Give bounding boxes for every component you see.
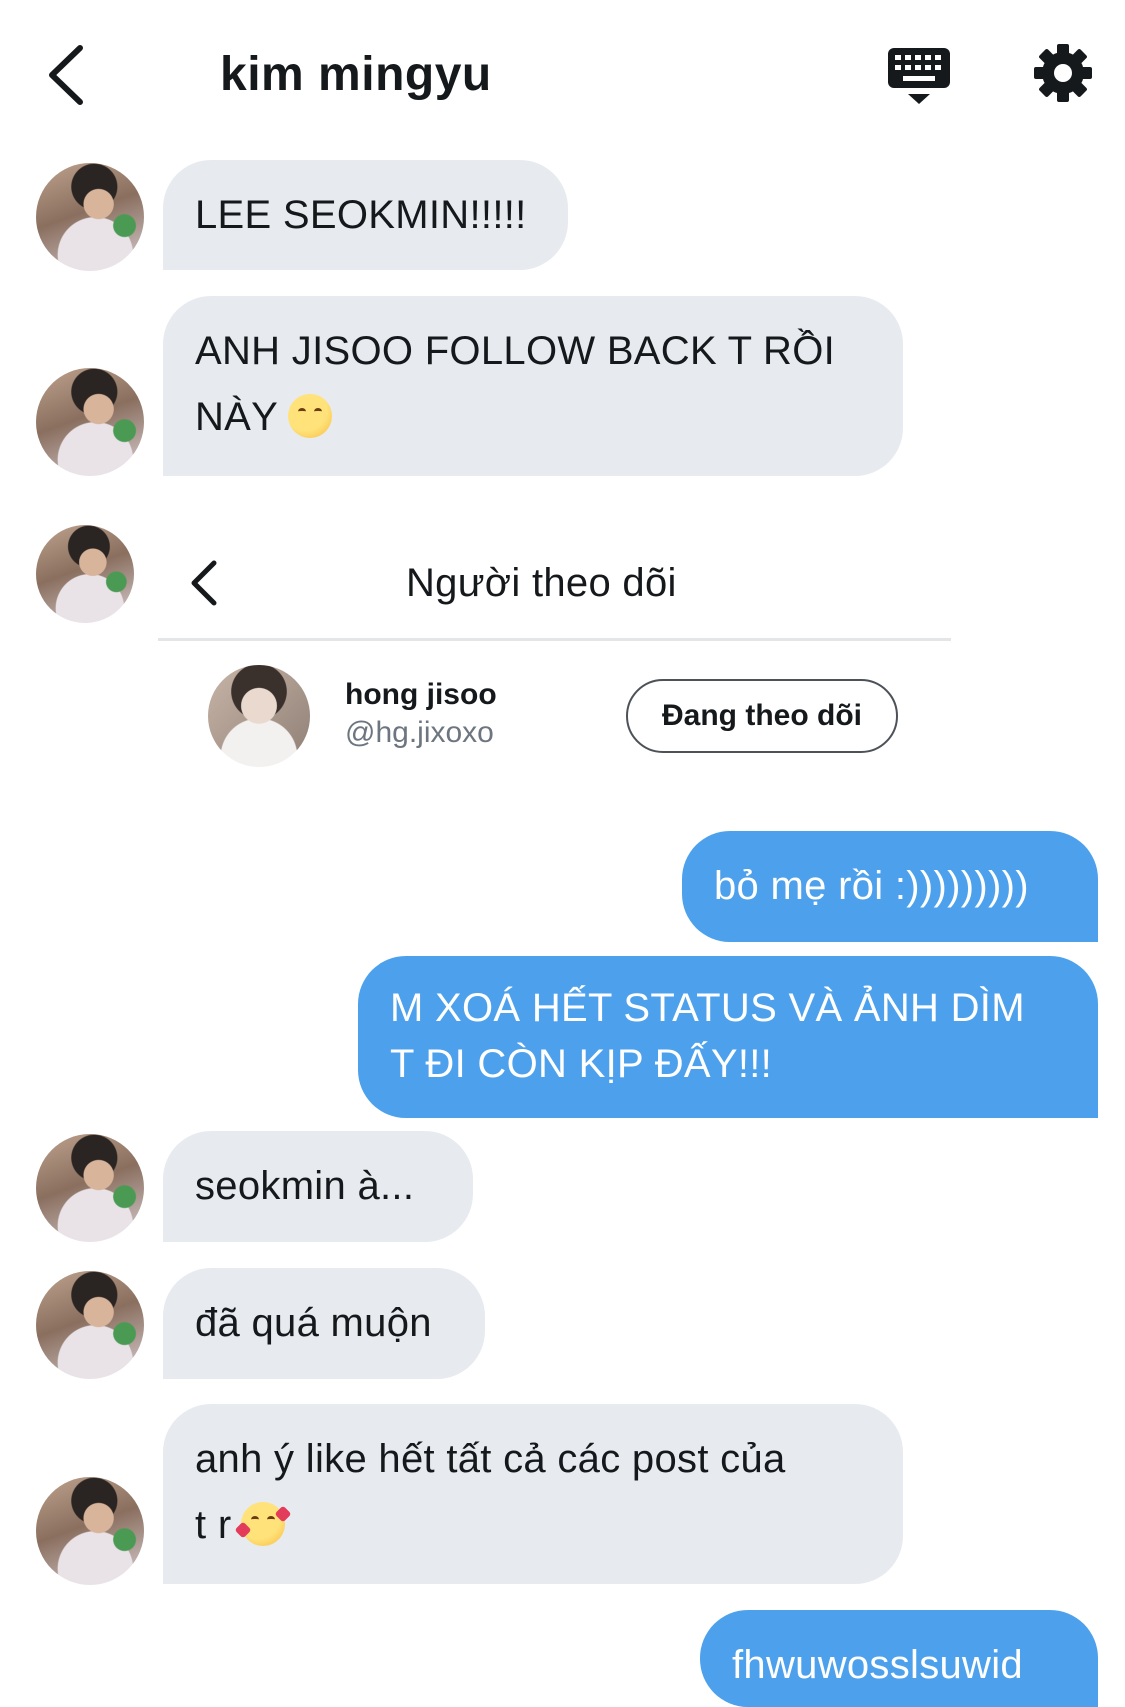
- avatar[interactable]: [36, 1271, 144, 1379]
- message-text: LEE SEOKMIN!!!!!: [195, 193, 527, 237]
- message-text: seokmin à...: [195, 1164, 415, 1208]
- message-text-line: NÀY: [195, 395, 279, 439]
- smiling-face-with-hearts-emoji-icon: [234, 1502, 292, 1546]
- message-text-line: T ĐI CÒN KỊP ĐẤY!!!: [390, 1042, 773, 1086]
- avatar[interactable]: [36, 1477, 144, 1585]
- message-bubble-sent: M XOÁ HẾT STATUS VÀ ẢNH DÌM T ĐI CÒN KỊP…: [358, 956, 1098, 1118]
- avatar[interactable]: [36, 368, 144, 476]
- chevron-left-icon: [49, 45, 83, 105]
- follower-avatar[interactable]: [208, 665, 310, 767]
- avatar[interactable]: [36, 1134, 144, 1242]
- message-bubble-received: LEE SEOKMIN!!!!!: [163, 160, 568, 270]
- keyboard-button[interactable]: [886, 44, 952, 110]
- message-bubble-received: anh ý like hết tất cả các post của t r: [163, 1404, 903, 1584]
- message-text-line: M XOÁ HẾT STATUS VÀ ẢNH DÌM: [390, 986, 1025, 1030]
- message-bubble-received: đã quá muộn: [163, 1268, 485, 1379]
- chevron-left-icon: [191, 560, 217, 606]
- gear-icon: [1034, 44, 1092, 102]
- message-bubble-sent: fhwuwosslsuwid: [700, 1610, 1098, 1707]
- message-text: đã quá muộn: [195, 1301, 432, 1345]
- keyboard-icon: [888, 48, 950, 104]
- message-text-line: ANH JISOO FOLLOW BACK T RỒI: [195, 329, 836, 373]
- message-text: bỏ mẹ rồi :))))))))): [714, 864, 1029, 908]
- message-bubble-received: seokmin à...: [163, 1131, 473, 1242]
- divider: [158, 638, 951, 641]
- message-bubble-received: ANH JISOO FOLLOW BACK T RỒI NÀY: [163, 296, 903, 476]
- partying-face-emoji-icon: [288, 394, 333, 438]
- message-text-line: anh ý like hết tất cả các post của: [195, 1437, 786, 1481]
- card-back-button[interactable]: [186, 553, 226, 613]
- followers-title: Người theo dõi: [406, 561, 677, 605]
- message-text-line: t r: [195, 1503, 232, 1547]
- back-button[interactable]: [40, 40, 100, 110]
- settings-button[interactable]: [1032, 42, 1094, 104]
- conversation-title: kim mingyu: [220, 48, 492, 101]
- avatar[interactable]: [36, 525, 134, 623]
- message-text: fhwuwosslsuwid: [732, 1643, 1023, 1687]
- follower-name: hong jisoo: [345, 678, 497, 711]
- follower-handle: @hg.jixoxo: [345, 716, 494, 749]
- avatar[interactable]: [36, 163, 144, 271]
- following-button[interactable]: Đang theo dõi: [626, 679, 898, 753]
- message-bubble-sent: bỏ mẹ rồi :))))))))): [682, 831, 1098, 942]
